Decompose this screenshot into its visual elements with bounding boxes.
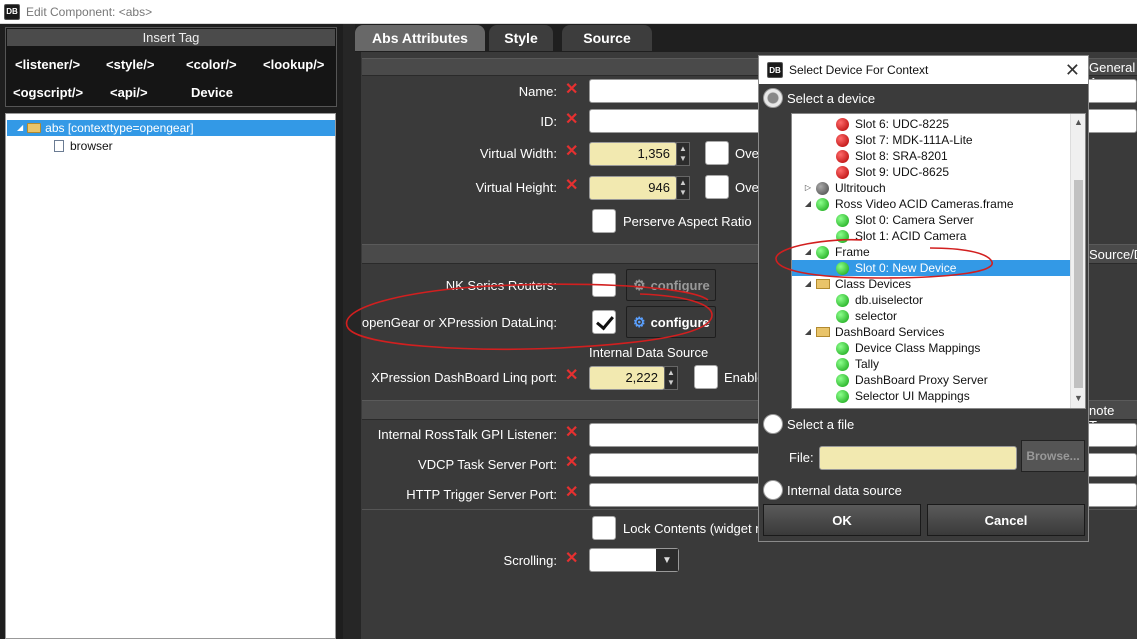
annotation-ellipse-new-device [775,238,993,279]
annotation-ellipse-datalinq [345,283,713,350]
red-annotation-marks [345,238,993,350]
